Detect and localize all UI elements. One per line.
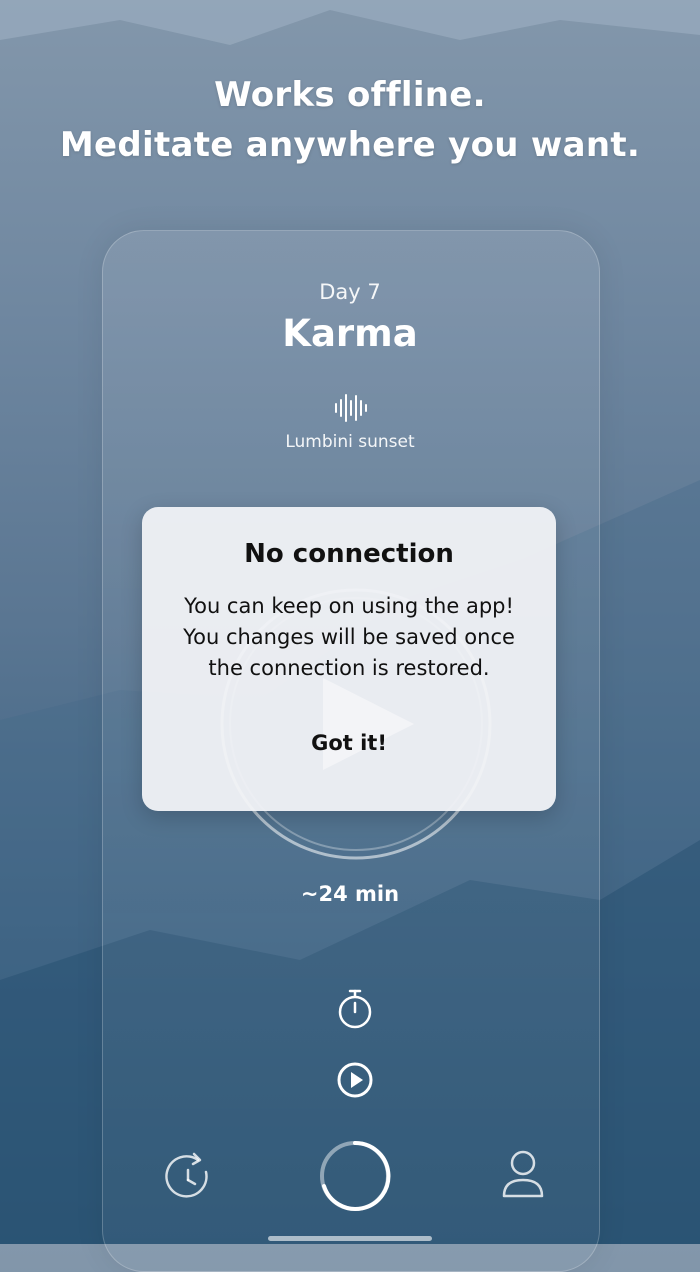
headline-line-2: Meditate anywhere you want. [59,125,641,165]
dialog-message: You can keep on using the app! You chang… [162,591,536,684]
history-icon[interactable] [162,1150,214,1202]
duration-label: ~24 min [300,882,400,906]
sound-label: Lumbini sunset [285,432,415,452]
user-icon[interactable] [499,1148,547,1200]
no-connection-dialog: No connection You can keep on using the … [142,507,556,811]
stopwatch-icon[interactable] [336,988,374,1030]
play-circle-icon[interactable] [336,1061,374,1099]
dialog-message-line-2: You changes will be saved once [183,625,515,649]
sound-wave-icon [335,394,367,422]
headline: Works offline. Meditate anywhere you wan… [0,70,700,170]
dialog-message-line-1: You can keep on using the app! [184,594,514,618]
day-label: Day 7 [319,280,381,304]
dialog-message-line-3: the connection is restored. [208,656,490,680]
got-it-button[interactable]: Got it! [279,722,419,764]
session-title: Karma [282,312,418,355]
meditate-ring-icon[interactable] [317,1138,393,1214]
home-indicator [268,1236,432,1241]
dialog-title: No connection [244,539,454,569]
headline-line-1: Works offline. [214,75,486,115]
